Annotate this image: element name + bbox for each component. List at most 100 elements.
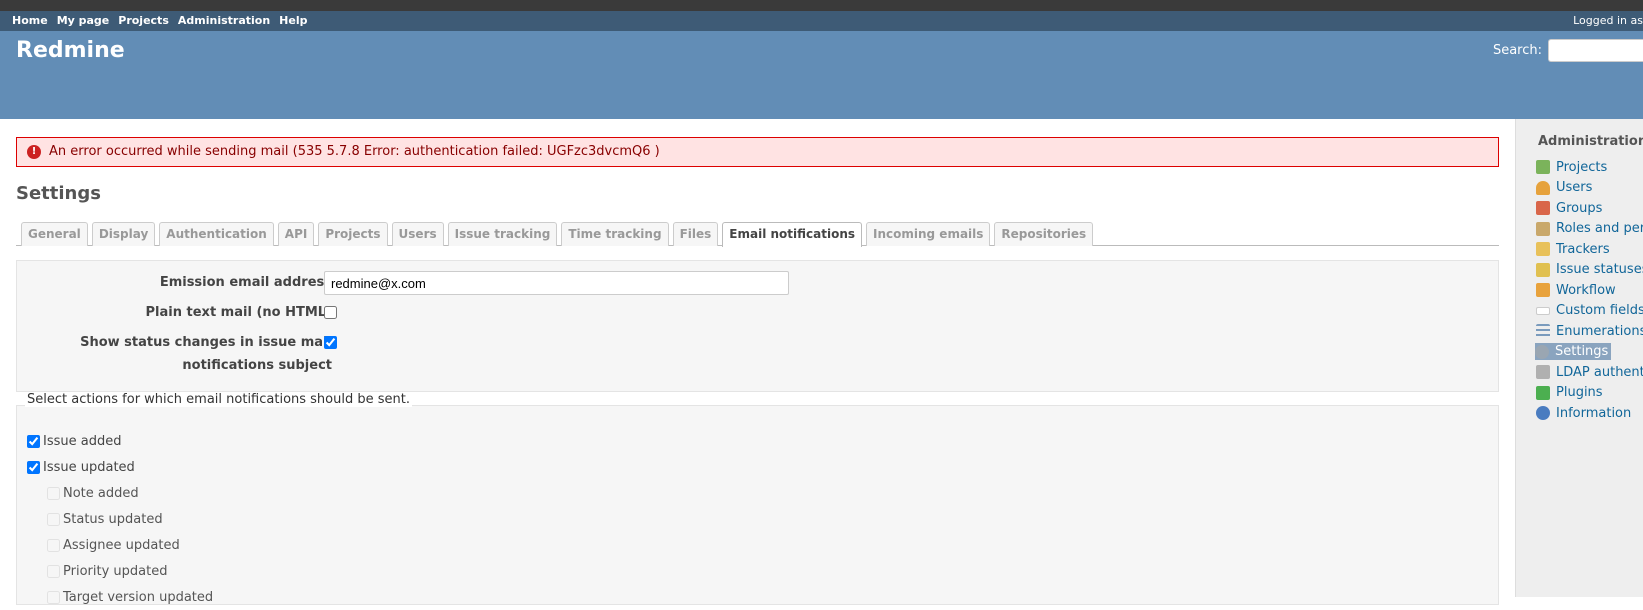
sidebar-title: Administration <box>1538 134 1643 149</box>
tab-time-tracking[interactable]: Time tracking <box>561 222 669 246</box>
sidebar-item-label: Trackers <box>1556 241 1610 257</box>
sidebar-item-custom-fields[interactable]: Custom fields <box>1536 303 1643 318</box>
custom-fields-icon <box>1536 306 1550 315</box>
sidebar-item-label: Issue statuses <box>1556 262 1643 278</box>
top-menu-my-page[interactable]: My page <box>57 14 110 27</box>
tab-projects[interactable]: Projects <box>318 222 388 246</box>
status-subject-label-line2: notifications subject <box>182 358 332 373</box>
priority-updated-checkbox[interactable] <box>47 564 60 578</box>
sidebar-item-workflow[interactable]: Workflow <box>1536 283 1616 298</box>
tab-issue-tracking[interactable]: Issue tracking <box>447 222 558 246</box>
workflow-icon <box>1536 283 1550 298</box>
gear-icon <box>1535 344 1549 359</box>
sidebar-item-label: Plugins <box>1556 385 1603 401</box>
issue-updated-checkbox[interactable] <box>27 460 40 474</box>
trackers-icon <box>1536 242 1550 257</box>
status-updated-checkbox[interactable] <box>47 512 60 526</box>
projects-icon <box>1536 160 1550 175</box>
plugin-icon <box>1536 385 1550 400</box>
plain-text-label: Plain text mail (no HTML) <box>145 305 332 320</box>
info-icon <box>1536 406 1550 421</box>
enumerations-icon <box>1536 324 1550 339</box>
tab-authentication[interactable]: Authentication <box>159 222 274 246</box>
header: Redmine Search: <box>0 31 1643 119</box>
sidebar-item-settings[interactable]: Settings <box>1535 343 1612 361</box>
notification-label: Issue updated <box>43 459 135 475</box>
sidebar-item-plugins[interactable]: Plugins <box>1536 385 1603 400</box>
notification-label: Assignee updated <box>63 537 180 553</box>
tab-email-notifications[interactable]: Email notifications <box>722 222 863 247</box>
page-title: Settings <box>16 183 101 204</box>
sidebar-item-label: Custom fields <box>1556 303 1643 319</box>
notification-label: Note added <box>63 485 139 501</box>
notification-label: Target version updated <box>63 589 214 605</box>
target-version-updated-checkbox[interactable] <box>47 590 60 604</box>
sidebar-item-information[interactable]: Information <box>1536 406 1631 421</box>
notification-item[interactable]: Status updated <box>27 506 213 532</box>
sidebar-item-groups[interactable]: Groups <box>1536 201 1602 216</box>
top-menu: Home My page Projects Administration Hel… <box>0 0 1643 31</box>
top-menu-home[interactable]: Home <box>12 14 48 27</box>
top-menu-list: Home My page Projects Administration Hel… <box>12 14 316 27</box>
user-icon <box>1536 180 1550 195</box>
main: ! An error occurred while sending mail (… <box>0 119 1643 605</box>
sidebar-item-ldap[interactable]: LDAP authentication <box>1536 365 1643 380</box>
email-settings-box: Emission email address Plain text mail (… <box>16 260 1499 392</box>
sidebar-item-trackers[interactable]: Trackers <box>1536 242 1610 257</box>
status-subject-checkbox[interactable] <box>324 336 337 349</box>
tab-users[interactable]: Users <box>391 222 444 246</box>
sidebar-item-projects[interactable]: Projects <box>1536 160 1607 175</box>
sidebar-item-enumerations[interactable]: Enumerations <box>1536 324 1643 339</box>
search-input[interactable] <box>1548 39 1643 62</box>
error-icon: ! <box>27 145 41 159</box>
sidebar-item-label: Workflow <box>1556 282 1616 298</box>
flash-error: ! An error occurred while sending mail (… <box>16 137 1499 167</box>
tab-repositories[interactable]: Repositories <box>994 222 1094 246</box>
notification-label: Status updated <box>63 511 163 527</box>
emission-label: Emission email address <box>159 275 332 290</box>
notification-item[interactable]: Assignee updated <box>27 532 213 558</box>
sidebar-item-label: Users <box>1556 180 1593 196</box>
group-icon <box>1536 201 1550 216</box>
sidebar-item-label: Enumerations <box>1556 323 1643 339</box>
sidebar: Administration Projects Users Groups Rol… <box>1515 119 1643 597</box>
tab-files[interactable]: Files <box>672 222 719 246</box>
sidebar-item-label: Groups <box>1556 200 1603 216</box>
top-menu-administration[interactable]: Administration <box>178 14 270 27</box>
notifications-legend: Select actions for which email notificat… <box>25 392 412 407</box>
sidebar-item-label: Projects <box>1556 159 1608 175</box>
app-title[interactable]: Redmine <box>16 38 125 63</box>
tab-general[interactable]: General <box>21 222 88 246</box>
status-subject-label-line1: Show status changes in issue mail <box>80 335 332 350</box>
sidebar-item-users[interactable]: Users <box>1536 180 1592 195</box>
notifications-fieldset: Select actions for which email notificat… <box>16 392 1499 605</box>
quick-search: Search: <box>1493 39 1643 62</box>
sidebar-item-label: Information <box>1556 405 1632 421</box>
logged-in-as: Logged in as <box>1573 14 1643 27</box>
admin-menu: Projects Users Groups Roles and permissi… <box>1535 157 1643 424</box>
tab-incoming-emails[interactable]: Incoming emails <box>866 222 991 246</box>
plain-text-checkbox[interactable] <box>324 306 337 319</box>
issue-statuses-icon <box>1536 262 1550 277</box>
notification-item[interactable]: Target version updated <box>27 584 213 610</box>
notification-list: Issue added Issue updated Note added Sta… <box>27 428 213 610</box>
notification-item[interactable]: Priority updated <box>27 558 213 584</box>
notification-item[interactable]: Issue added <box>27 428 213 454</box>
emission-email-field[interactable] <box>324 271 789 295</box>
notification-item[interactable]: Note added <box>27 480 213 506</box>
content: ! An error occurred while sending mail (… <box>16 119 1500 605</box>
search-label: Search: <box>1492 43 1542 58</box>
notification-item[interactable]: Issue updated <box>27 454 213 480</box>
flash-error-text: An error occurred while sending mail (53… <box>49 144 660 159</box>
tab-api[interactable]: API <box>277 222 315 246</box>
issue-added-checkbox[interactable] <box>27 434 40 448</box>
sidebar-item-label: Settings <box>1555 344 1609 360</box>
tab-display[interactable]: Display <box>91 222 156 246</box>
top-menu-help[interactable]: Help <box>279 14 307 27</box>
note-added-checkbox[interactable] <box>47 486 60 500</box>
sidebar-item-issue-statuses[interactable]: Issue statuses <box>1536 262 1643 277</box>
assignee-updated-checkbox[interactable] <box>47 538 60 552</box>
sidebar-item-roles[interactable]: Roles and permissions <box>1536 221 1643 236</box>
top-menu-projects[interactable]: Projects <box>118 14 169 27</box>
sidebar-item-label: LDAP authentication <box>1556 364 1643 380</box>
